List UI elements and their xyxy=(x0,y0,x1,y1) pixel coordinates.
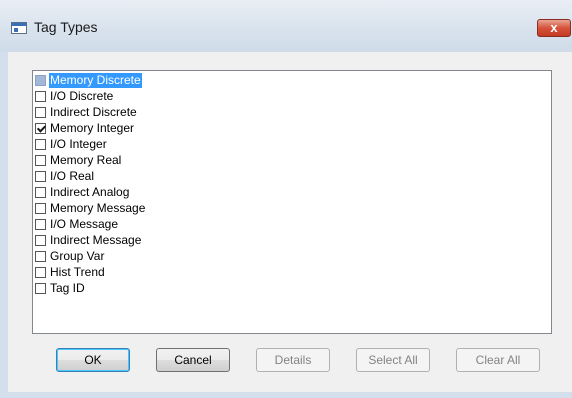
tag-type-label: I/O Integer xyxy=(50,137,107,151)
tag-type-label: I/O Message xyxy=(50,217,119,231)
tag-type-checkbox[interactable] xyxy=(35,123,46,134)
tag-type-checkbox[interactable] xyxy=(35,251,46,262)
list-item[interactable]: Group Var xyxy=(35,249,535,265)
tag-type-checkbox[interactable] xyxy=(35,267,46,278)
select-all-button[interactable]: Select All xyxy=(356,348,430,372)
window-title: Tag Types xyxy=(34,19,98,35)
cancel-button[interactable]: Cancel xyxy=(156,348,230,372)
tag-type-label: Memory Real xyxy=(50,153,122,167)
list-item[interactable]: I/O Real xyxy=(35,169,535,185)
tag-type-checkbox[interactable] xyxy=(35,187,46,198)
tag-type-label: Memory Integer xyxy=(50,121,135,135)
tag-type-checkbox[interactable] xyxy=(35,107,46,118)
tag-type-checkbox[interactable] xyxy=(35,91,46,102)
tag-type-label: Indirect Discrete xyxy=(50,105,137,119)
tag-types-dialog: Tag Types x Memory Discrete I/O Discrete I… xyxy=(0,0,572,398)
tag-type-label: I/O Real xyxy=(50,169,95,183)
tag-type-label: Indirect Message xyxy=(50,233,142,247)
tag-type-label: Hist Trend xyxy=(50,265,105,279)
details-button[interactable]: Details xyxy=(256,348,330,372)
close-icon: x xyxy=(550,20,558,35)
tag-type-list[interactable]: Memory Discrete I/O Discrete Indirect Disc… xyxy=(32,70,552,334)
close-button[interactable]: x xyxy=(537,19,571,37)
list-item[interactable]: I/O Message xyxy=(35,217,535,233)
list-item[interactable]: I/O Integer xyxy=(35,137,535,153)
list-item[interactable]: Tag ID xyxy=(35,281,535,297)
ok-button[interactable]: OK xyxy=(56,348,130,372)
tag-type-checkbox[interactable] xyxy=(35,283,46,294)
tag-type-checkbox[interactable] xyxy=(35,171,46,182)
tag-type-label: I/O Discrete xyxy=(50,89,114,103)
list-item[interactable]: Indirect Discrete xyxy=(35,105,535,121)
list-item[interactable]: Memory Real xyxy=(35,153,535,169)
list-item[interactable]: Memory Message xyxy=(35,201,535,217)
list-item[interactable]: Hist Trend xyxy=(35,265,535,281)
window-frame-bottom xyxy=(0,392,572,398)
clear-all-button[interactable]: Clear All xyxy=(456,348,540,372)
tag-type-checkbox[interactable] xyxy=(35,75,46,86)
list-item[interactable]: Memory Integer xyxy=(35,121,535,137)
tag-type-checkbox[interactable] xyxy=(35,155,46,166)
tag-type-checkbox[interactable] xyxy=(35,235,46,246)
window-app-icon xyxy=(11,22,27,34)
dialog-body: Memory Discrete I/O Discrete Indirect Disc… xyxy=(8,52,572,392)
list-item[interactable]: Memory Discrete xyxy=(35,73,535,89)
tag-type-checkbox[interactable] xyxy=(35,203,46,214)
list-item[interactable]: Indirect Message xyxy=(35,233,535,249)
list-item[interactable]: I/O Discrete xyxy=(35,89,535,105)
tag-type-label: Memory Discrete xyxy=(49,73,142,88)
tag-type-label: Group Var xyxy=(50,249,105,263)
tag-type-label: Indirect Analog xyxy=(50,185,130,199)
list-item[interactable]: Indirect Analog xyxy=(35,185,535,201)
tag-type-label: Tag ID xyxy=(50,281,85,295)
tag-type-label: Memory Message xyxy=(50,201,146,215)
tag-type-checkbox[interactable] xyxy=(35,219,46,230)
window-frame-left xyxy=(0,52,8,398)
tag-type-checkbox[interactable] xyxy=(35,139,46,150)
title-bar[interactable]: Tag Types x xyxy=(0,0,572,52)
